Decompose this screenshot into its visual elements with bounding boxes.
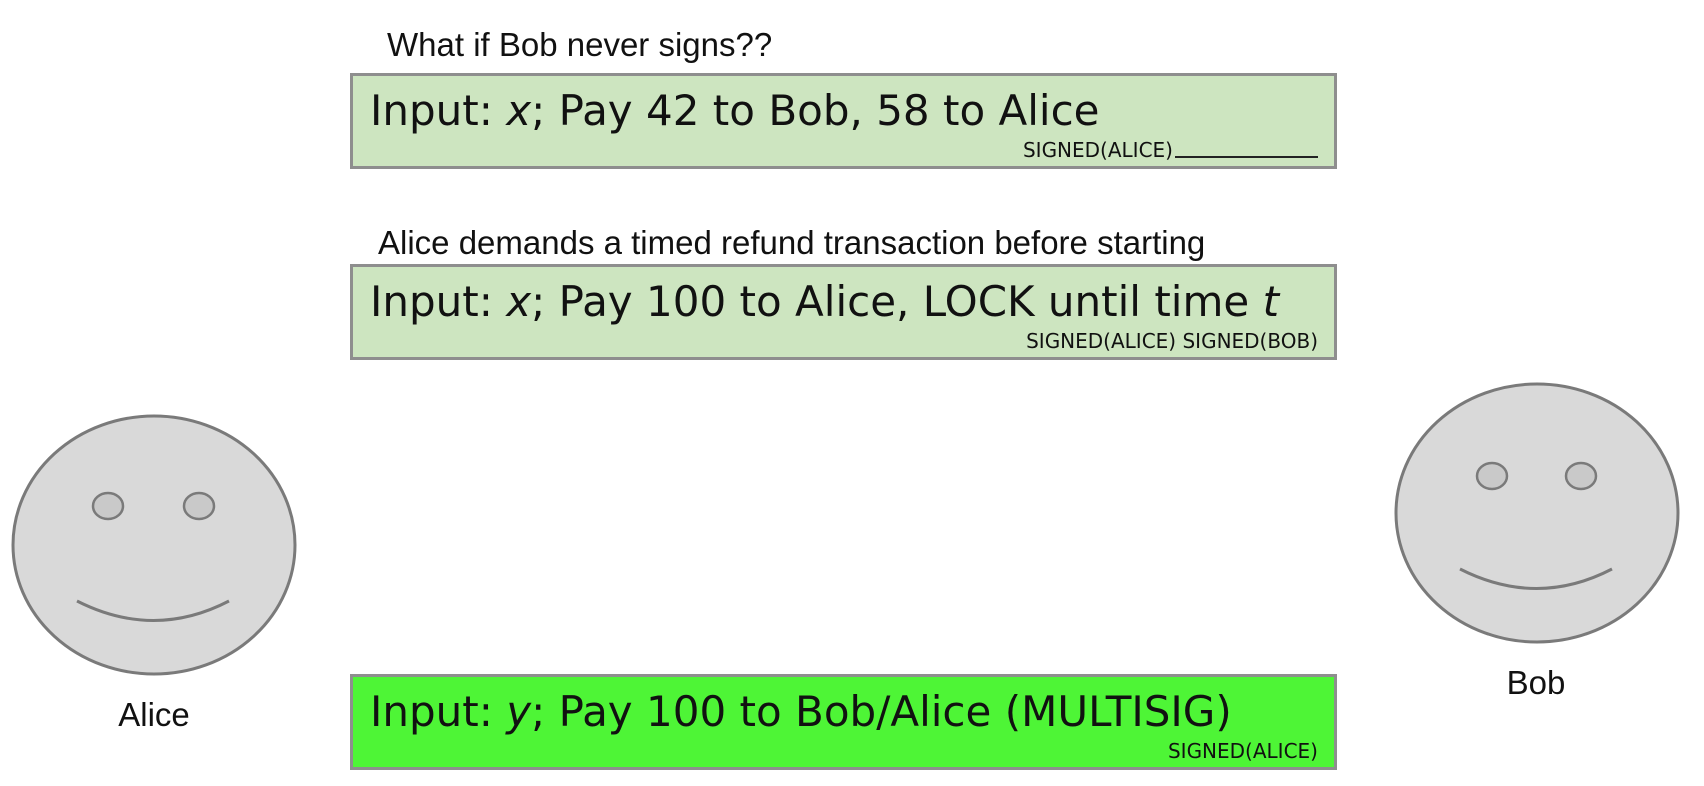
refund-demand-caption: Alice demands a timed refund transaction…: [378, 224, 1206, 261]
input-variable: x: [506, 277, 532, 326]
transaction-description: ; Pay 100 to Bob/Alice (MULTISIG): [531, 687, 1232, 736]
transaction-text: Input: y; Pay 100 to Bob/Alice (MULTISIG…: [370, 687, 1232, 737]
face-outline: [11, 414, 297, 676]
input-prefix: Input:: [370, 277, 507, 326]
question-caption: What if Bob never signs??: [387, 26, 773, 63]
lock-time-variable: t: [1262, 277, 1280, 326]
alice-label: Alice: [118, 696, 190, 733]
signature-text: SIGNED(ALICE) SIGNED(BOB): [1026, 329, 1318, 353]
transaction-description: ; Pay 42 to Bob, 58 to Alice: [531, 86, 1100, 135]
signature-text: SIGNED(ALICE): [1167, 739, 1318, 763]
input-prefix: Input:: [370, 687, 507, 736]
transaction-box-multisig: Input: y; Pay 100 to Bob/Alice (MULTISIG…: [350, 674, 1337, 770]
transaction-text: Input: x; Pay 42 to Bob, 58 to Alice: [370, 86, 1100, 136]
face-outline: [1394, 382, 1680, 644]
transaction-description: ; Pay 100 to Alice, LOCK until time: [531, 277, 1263, 326]
left-eye: [1475, 461, 1509, 491]
bob-smiley-face-icon: [1394, 382, 1680, 644]
bob-label: Bob: [1506, 664, 1566, 701]
signature-text: SIGNED(ALICE): [1022, 138, 1173, 162]
signature-line: SIGNED(ALICE) SIGNED(BOB): [1026, 331, 1318, 351]
signature-line: SIGNED(ALICE): [1023, 140, 1318, 160]
left-eye: [91, 491, 125, 521]
input-variable: y: [506, 687, 532, 736]
right-eye: [1564, 461, 1598, 491]
transaction-box-timed-refund: Input: x; Pay 100 to Alice, LOCK until t…: [350, 264, 1337, 360]
blank-signature-line: [1175, 156, 1318, 158]
signature-line: SIGNED(ALICE): [1168, 741, 1318, 761]
transaction-box-pay-42-58: Input: x; Pay 42 to Bob, 58 to Alice SIG…: [350, 73, 1337, 169]
input-variable: x: [506, 86, 532, 135]
right-eye: [182, 491, 216, 521]
input-prefix: Input:: [370, 86, 507, 135]
transaction-text: Input: x; Pay 100 to Alice, LOCK until t…: [370, 277, 1279, 327]
alice-smiley-face-icon: [11, 414, 297, 676]
